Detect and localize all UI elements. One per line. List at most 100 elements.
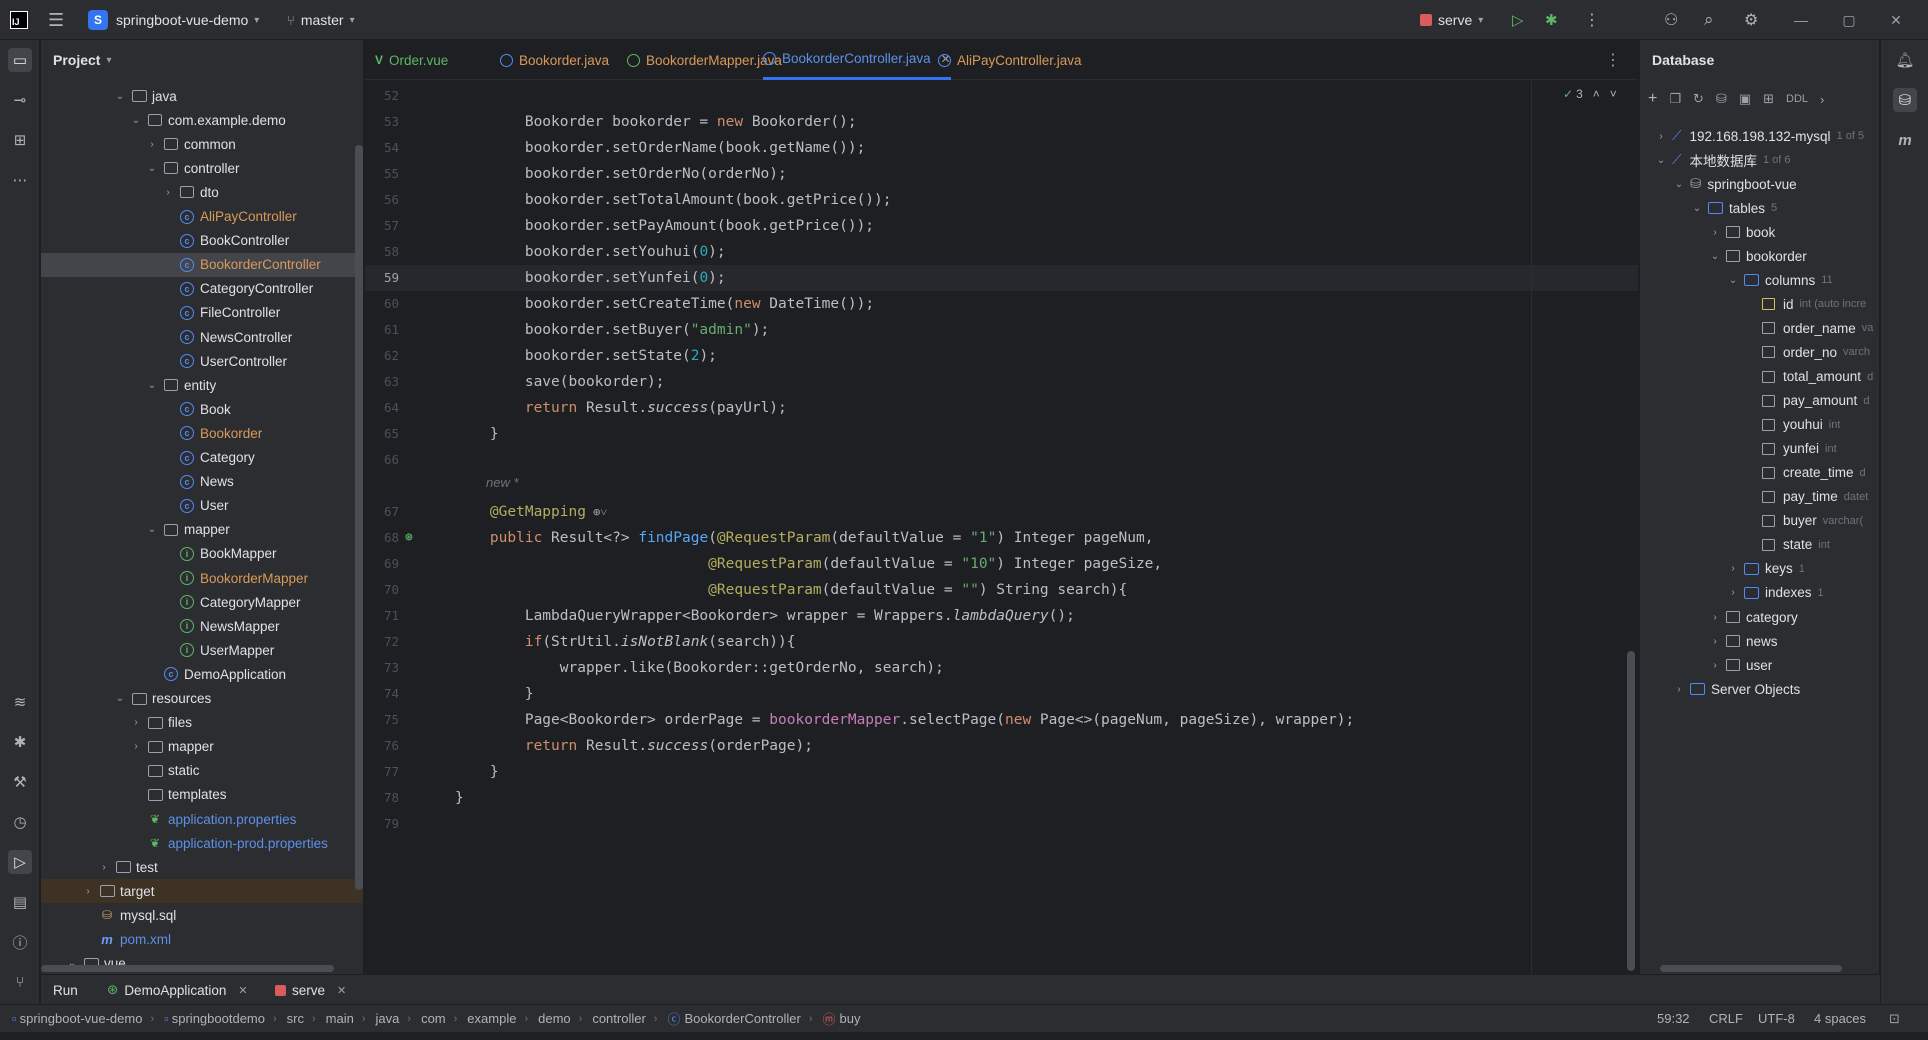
database-tree-item[interactable]: state int	[1640, 533, 1879, 557]
code-line[interactable]: 59 bookorder.setYunfei(0);	[365, 265, 1638, 291]
stop-icon[interactable]: ▣	[1739, 91, 1751, 107]
inspection-widget[interactable]: ✓ 3 ˄ ˅	[1563, 87, 1617, 101]
code-line[interactable]: 66	[365, 447, 1638, 473]
database-tree-item[interactable]: ⌄ ⛁ springboot-vue	[1640, 172, 1879, 196]
project-tree-item[interactable]: c BookorderController	[41, 252, 363, 277]
project-tree-item[interactable]: i NewsMapper	[41, 614, 363, 638]
line-separator[interactable]: CRLF	[1709, 1011, 1743, 1026]
code-line[interactable]: 61 bookorder.setBuyer("admin");	[365, 317, 1638, 343]
code-line[interactable]: 76 return Result.success(orderPage);	[365, 733, 1638, 759]
maven-icon[interactable]: m	[1893, 128, 1917, 152]
run-services-icon[interactable]: ◷	[8, 810, 32, 834]
breadcrumb-item[interactable]: java	[376, 1011, 400, 1026]
project-tree-item[interactable]: ⌄ controller	[41, 156, 363, 180]
editor-tab[interactable]: BookorderController.java ✕	[763, 40, 951, 80]
chevron-right-icon[interactable]: ›	[129, 717, 143, 728]
git-icon[interactable]: ⑂	[8, 970, 32, 994]
chevron-up-icon[interactable]: ˄	[1593, 87, 1600, 101]
breadcrumb-item[interactable]: ▫ springbootdemo	[164, 1011, 265, 1026]
database-tree-item[interactable]: create_time d	[1640, 461, 1879, 485]
editor-tab[interactable]: BookorderMapper.java	[627, 40, 782, 80]
breadcrumb-item[interactable]: main	[326, 1011, 354, 1026]
database-tree-item[interactable]: ⌄ bookorder	[1640, 244, 1879, 268]
database-tree-item[interactable]: order_no varch	[1640, 340, 1879, 364]
caret-position[interactable]: 59:32	[1657, 1011, 1690, 1026]
endpoint-gutter-icon[interactable]: ⊛	[405, 525, 413, 551]
table-view-icon[interactable]: ⊞	[1763, 91, 1774, 107]
database-tree-item[interactable]: youhui int	[1640, 413, 1879, 437]
database-tree-item[interactable]: pay_amount d	[1640, 389, 1879, 413]
branch-switcher[interactable]: ⑂ master ▾	[287, 0, 355, 40]
file-encoding[interactable]: UTF-8	[1758, 1011, 1795, 1026]
database-tree-item[interactable]: buyer varchar(	[1640, 509, 1879, 533]
chevron-right-icon[interactable]: ›	[97, 862, 111, 873]
editor-tab[interactable]: V Order.vue	[375, 40, 448, 80]
chevron-right-icon[interactable]: ›	[1654, 131, 1668, 142]
refresh-icon[interactable]: ↻	[1693, 91, 1704, 107]
maximize-icon[interactable]: ▢	[1826, 0, 1872, 40]
code-line[interactable]: 71 LambdaQueryWrapper<Bookorder> wrapper…	[365, 603, 1638, 629]
globe-icon[interactable]: ⊕˅	[586, 505, 607, 519]
debug-icon[interactable]: ✱	[1545, 0, 1558, 40]
chevron-right-icon[interactable]: ›	[1708, 636, 1722, 647]
project-tree-item[interactable]: c Book	[41, 397, 363, 421]
project-folder-icon[interactable]: ▭	[8, 48, 32, 72]
indent-setting[interactable]: 4 spaces	[1814, 1011, 1866, 1026]
database-tree-item[interactable]: › ⟋ 192.168.198.132-mysql 1 of 5	[1640, 124, 1879, 148]
project-tree-item[interactable]: c CategoryController	[41, 277, 363, 301]
code-line[interactable]: 62 bookorder.setState(2);	[365, 343, 1638, 369]
code-line[interactable]: 52	[365, 83, 1638, 109]
database-tree-item[interactable]: › Server Objects	[1640, 677, 1879, 701]
chevron-right-icon[interactable]: ›	[1726, 587, 1740, 598]
database-tree-item[interactable]: ⌄ tables 5	[1640, 196, 1879, 220]
close-icon[interactable]: ✕	[238, 984, 247, 997]
code-line[interactable]: 74 }	[365, 681, 1638, 707]
project-tree-item[interactable]: c Bookorder	[41, 421, 363, 445]
breadcrumb-item[interactable]: ⓜ buy	[822, 1009, 860, 1028]
ddl-button[interactable]: DDL	[1786, 93, 1808, 105]
copy-icon[interactable]: ❐	[1669, 91, 1681, 107]
database-tree-item[interactable]: › user	[1640, 653, 1879, 677]
project-tree-item[interactable]: c NewsController	[41, 325, 363, 349]
close-icon[interactable]: ✕	[1873, 0, 1919, 40]
structure-icon[interactable]: ⊞	[8, 128, 32, 152]
chevron-right-icon[interactable]: ›	[1708, 612, 1722, 623]
code-line[interactable]: 53 Bookorder bookorder = new Bookorder()…	[365, 109, 1638, 135]
database-horizontal-scrollbar[interactable]	[1660, 965, 1842, 972]
project-tree-item[interactable]: templates	[41, 783, 363, 807]
code-line[interactable]: 70 @RequestParam(defaultValue = "") Stri…	[365, 577, 1638, 603]
run-tool-icon[interactable]: ▷	[8, 850, 32, 874]
chevron-right-icon[interactable]: ›	[1820, 92, 1824, 107]
app-logo-icon[interactable]: IJ	[10, 0, 28, 40]
project-tree-item[interactable]: static	[41, 759, 363, 783]
code-line[interactable]: 56 bookorder.setTotalAmount(book.getPric…	[365, 187, 1638, 213]
more-actions-icon[interactable]: ⋮	[1584, 0, 1600, 40]
chevron-down-icon[interactable]: ⌄	[129, 115, 143, 126]
project-tree-item[interactable]: c DemoApplication	[41, 662, 363, 686]
project-tree-item[interactable]: c BookController	[41, 229, 363, 253]
breadcrumb-item[interactable]: ⓒ BookorderController	[667, 1009, 800, 1028]
terminal-icon[interactable]: ▤	[8, 890, 32, 914]
project-tree-item[interactable]: c FileController	[41, 301, 363, 325]
services-icon[interactable]: ≋	[8, 690, 32, 714]
code-line[interactable]: 78}	[365, 785, 1638, 811]
code-line[interactable]: 63 save(bookorder);	[365, 369, 1638, 395]
project-tree-item[interactable]: c News	[41, 470, 363, 494]
main-menu-icon[interactable]: ☰	[48, 0, 64, 40]
chevron-down-icon[interactable]: ⌄	[1708, 251, 1722, 262]
build-hammer-icon[interactable]: ⚒	[8, 770, 32, 794]
chevron-down-icon[interactable]: ⌄	[145, 380, 159, 391]
problems-icon[interactable]: ⓘ	[8, 930, 32, 954]
chevron-right-icon[interactable]: ›	[129, 741, 143, 752]
run-tab[interactable]: Run	[53, 975, 78, 1005]
project-tree-item[interactable]: › target	[41, 879, 363, 904]
database-tree-item[interactable]: pay_time datet	[1640, 485, 1879, 509]
chevron-right-icon[interactable]: ›	[1672, 684, 1686, 695]
project-tree-item[interactable]: › common	[41, 132, 363, 156]
project-tree-item[interactable]: i BookMapper	[41, 542, 363, 566]
database-tree-item[interactable]: › keys 1	[1640, 557, 1879, 581]
chevron-right-icon[interactable]: ›	[145, 139, 159, 150]
project-tree-item[interactable]: ⌄ resources	[41, 687, 363, 711]
chevron-down-icon[interactable]: ⌄	[1690, 203, 1704, 214]
project-tree-item[interactable]: ⌄ java	[41, 84, 363, 108]
